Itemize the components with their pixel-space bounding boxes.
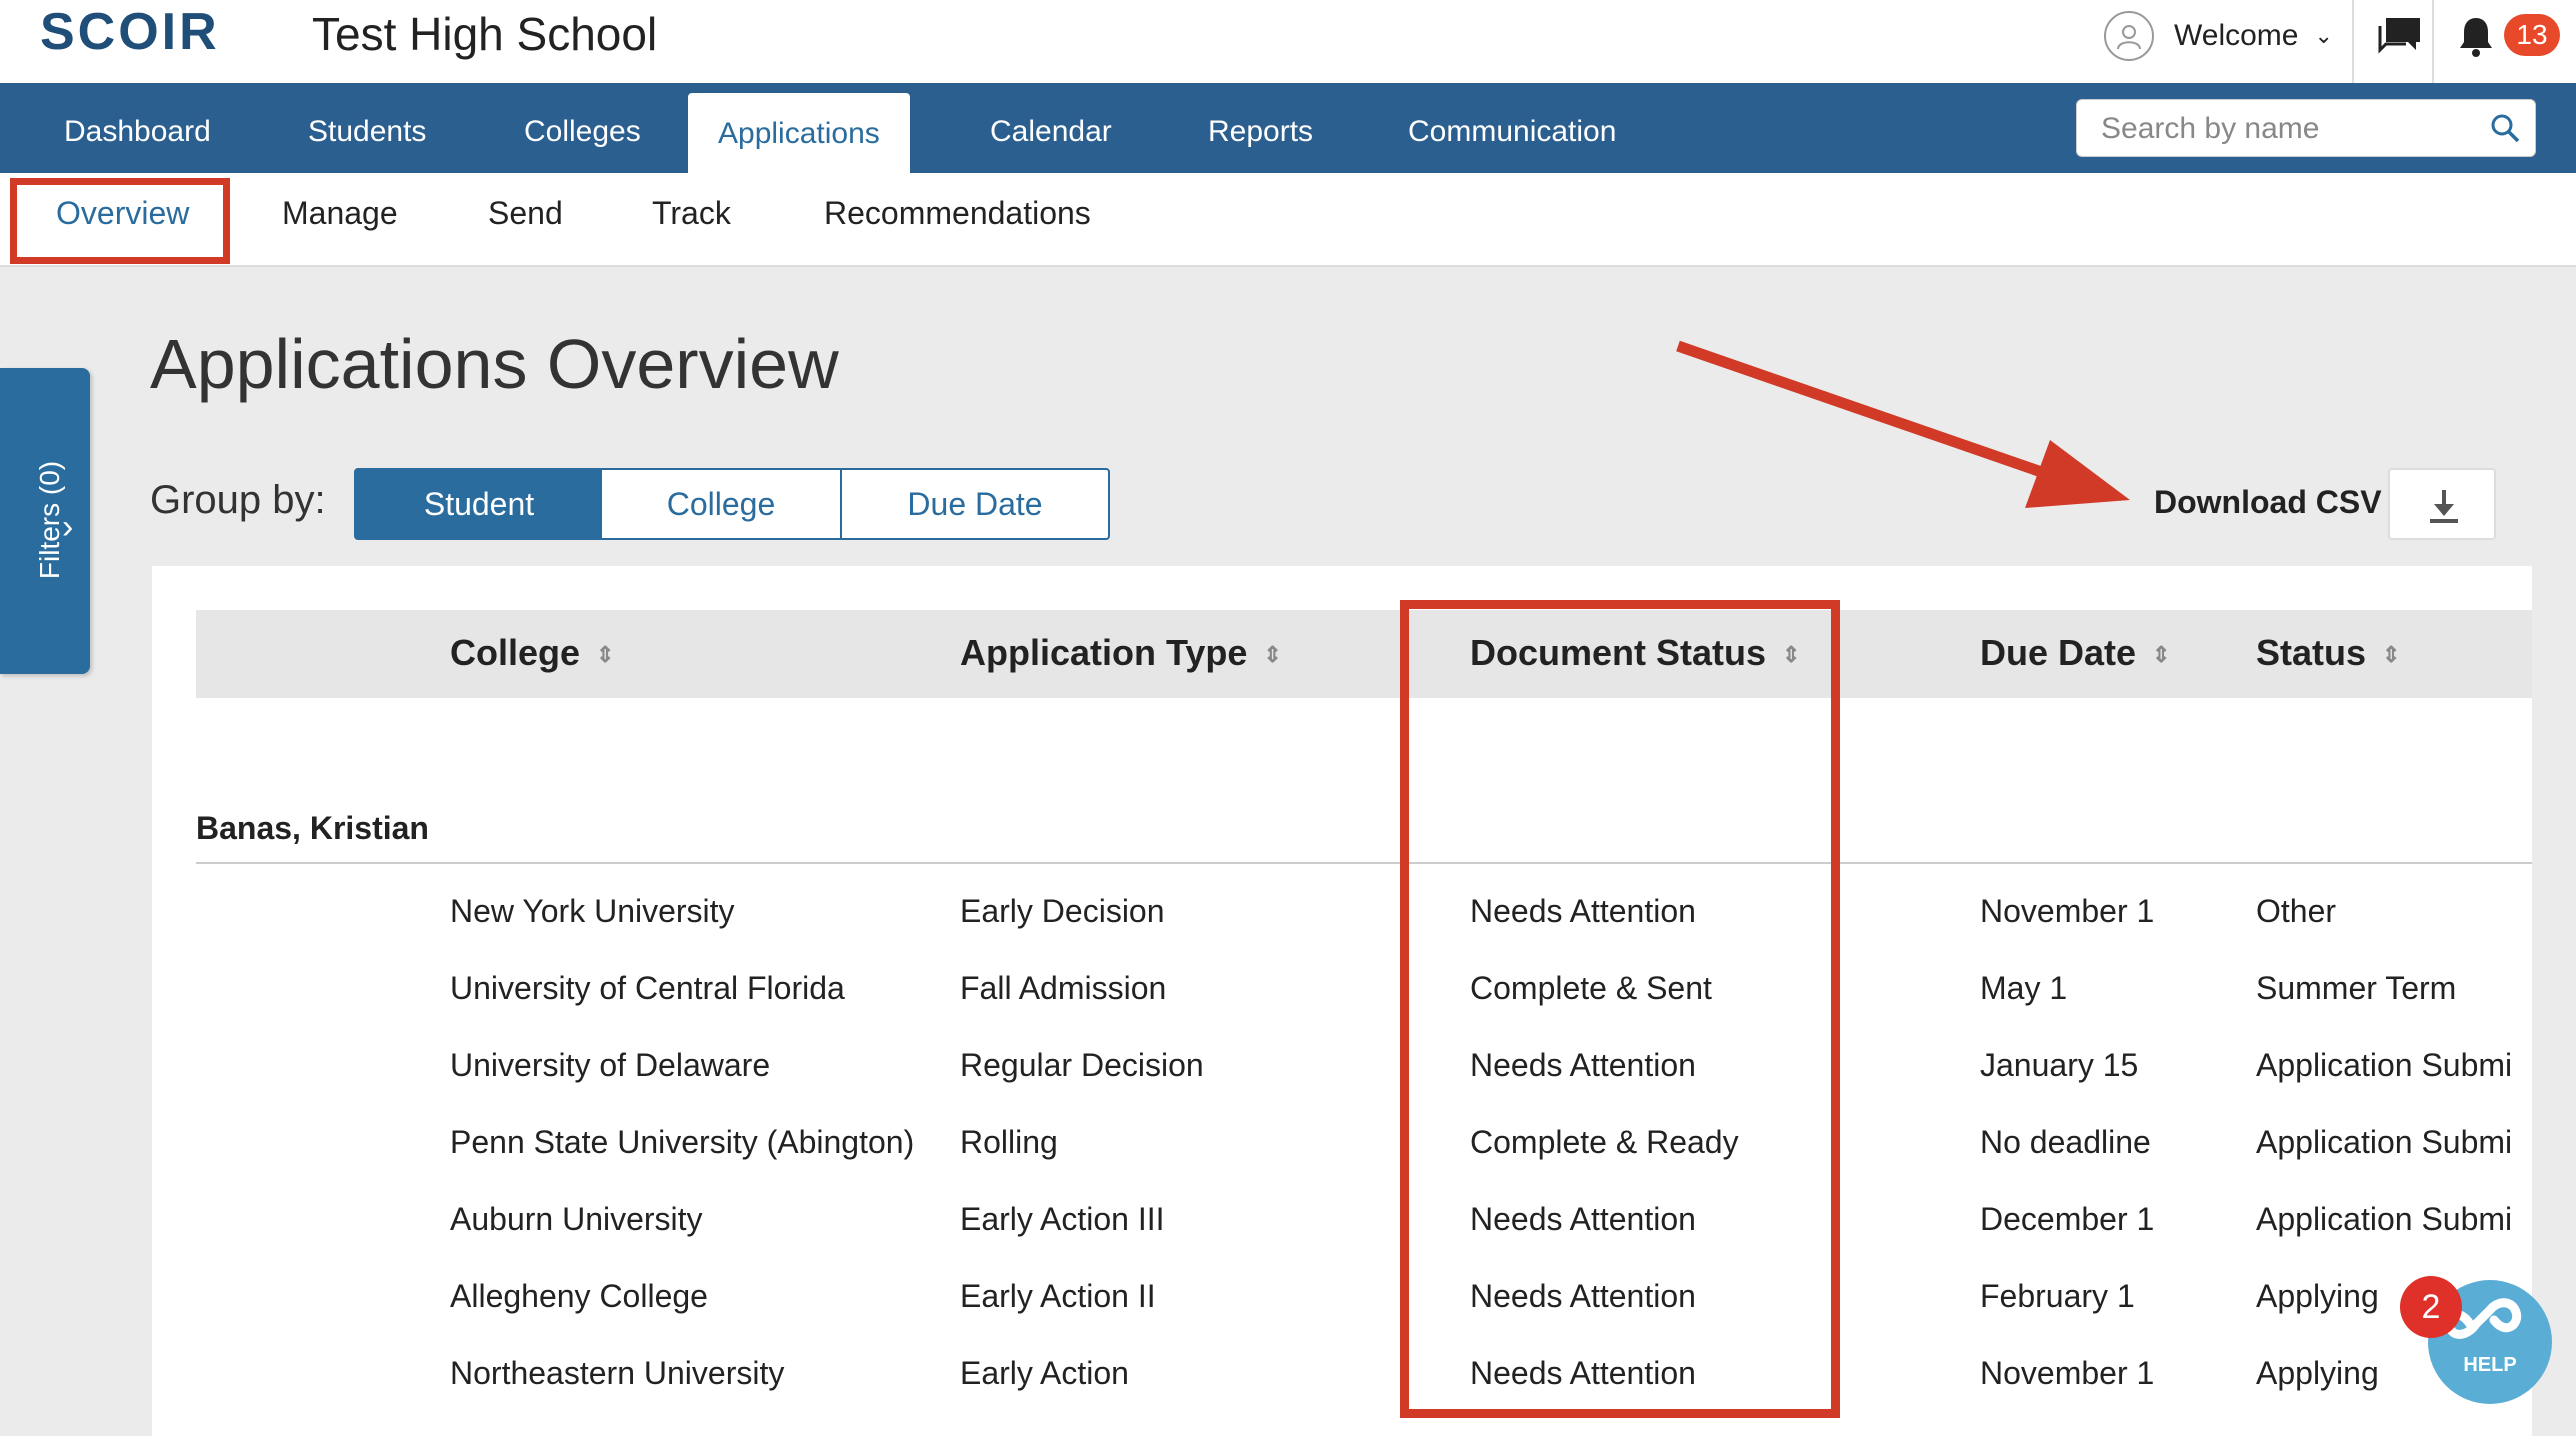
nav-applications[interactable]: Applications xyxy=(688,93,910,173)
download-csv-button[interactable] xyxy=(2388,468,2496,540)
cell-application-type: Early Action II xyxy=(960,1278,1156,1314)
cell-status: Applying xyxy=(2256,1355,2379,1391)
cell-college[interactable]: Penn State University (Abington) xyxy=(450,1124,914,1161)
document-status-highlight-box xyxy=(1400,600,1840,1418)
cell-application-type: Early Decision xyxy=(960,893,1165,929)
cell-due-date: November 1 xyxy=(1980,893,2155,929)
column-header-label: College xyxy=(450,632,581,673)
help-widget[interactable]: HELP 2 xyxy=(2400,1276,2576,1404)
notification-badge[interactable]: 13 xyxy=(2504,14,2560,56)
cell-college[interactable]: Northeastern University xyxy=(450,1355,784,1392)
sort-icon: ⇕ xyxy=(596,642,615,668)
cell-status: Other xyxy=(2256,893,2337,929)
nav-dashboard[interactable]: Dashboard xyxy=(34,83,241,173)
cell-application-type: Early Action III xyxy=(960,1201,1165,1237)
cell-due-date: January 15 xyxy=(1980,1047,2139,1083)
school-name: Test High School xyxy=(312,8,658,60)
avatar-icon xyxy=(2104,11,2154,61)
top-header: SCOIR Test High School Welcome ⌄ 13 xyxy=(0,0,2576,83)
welcome-label: Welcome xyxy=(2174,19,2299,52)
cell-due-date: November 1 xyxy=(1980,1355,2155,1391)
chevron-down-icon: ⌄ xyxy=(2314,23,2333,48)
cell-application-type: Regular Decision xyxy=(960,1047,1204,1083)
sort-icon: ⇕ xyxy=(2152,642,2171,668)
column-header-label: Application Type xyxy=(960,632,1248,673)
column-header-status[interactable]: Status ⇕ xyxy=(2256,632,2400,674)
cell-college[interactable]: Allegheny College xyxy=(450,1278,708,1315)
column-header-label: Due Date xyxy=(1980,632,2137,673)
cell-application-type: Early Action xyxy=(960,1355,1129,1391)
cell-due-date: May 1 xyxy=(1980,970,2068,1006)
cell-college[interactable]: Auburn University xyxy=(450,1201,703,1238)
search-input[interactable] xyxy=(2077,100,2503,158)
cell-due-date: No deadline xyxy=(1980,1124,2151,1160)
bell-icon[interactable] xyxy=(2456,14,2496,63)
annotation-arrow xyxy=(1676,340,2130,508)
column-header-application-type[interactable]: Application Type ⇕ xyxy=(960,632,1282,674)
subnav-manage[interactable]: Manage xyxy=(282,195,398,232)
overview-highlight-box xyxy=(10,178,230,264)
cell-status: Application Submi xyxy=(2256,1124,2513,1160)
group-by-student[interactable]: Student xyxy=(354,468,604,540)
chevron-right-icon: › xyxy=(62,508,74,546)
student-group-name[interactable]: Banas, Kristian xyxy=(196,810,429,847)
page-title: Applications Overview xyxy=(150,325,839,403)
cell-college[interactable]: University of Central Florida xyxy=(450,970,845,1007)
nav-colleges[interactable]: Colleges xyxy=(494,83,671,173)
cell-status: Application Submi xyxy=(2256,1201,2513,1237)
download-csv-label[interactable]: Download CSV xyxy=(2154,484,2382,521)
cell-due-date: February 1 xyxy=(1980,1278,2135,1314)
sort-icon: ⇕ xyxy=(1263,642,1282,668)
sort-icon: ⇕ xyxy=(2382,642,2401,668)
user-menu[interactable]: Welcome ⌄ xyxy=(2104,6,2333,66)
divider xyxy=(196,862,2532,864)
cell-college[interactable]: University of Delaware xyxy=(450,1047,770,1084)
subnav-track[interactable]: Track xyxy=(652,195,731,232)
cell-status: Summer Term xyxy=(2256,970,2457,1006)
chat-icon[interactable] xyxy=(2376,14,2424,63)
header-divider xyxy=(2432,0,2434,83)
column-header-college[interactable]: College ⇕ xyxy=(450,632,614,674)
cell-application-type: Rolling xyxy=(960,1124,1058,1160)
help-label: HELP xyxy=(2463,1354,2517,1376)
search-box xyxy=(2076,99,2536,158)
cell-application-type: Fall Admission xyxy=(960,970,1167,1006)
nav-communication[interactable]: Communication xyxy=(1378,83,1646,173)
subnav-recommendations[interactable]: Recommendations xyxy=(824,195,1091,232)
header-divider xyxy=(2352,0,2354,83)
filters-tab[interactable]: Filters (0) › xyxy=(0,368,90,674)
cell-college[interactable]: New York University xyxy=(450,893,735,930)
search-icon[interactable] xyxy=(2489,112,2521,149)
scoir-logo[interactable]: SCOIR xyxy=(40,6,220,58)
column-header-label: Status xyxy=(2256,632,2367,673)
subnav-send[interactable]: Send xyxy=(488,195,563,232)
group-by-label: Group by: xyxy=(150,478,326,522)
cell-status: Application Submi xyxy=(2256,1047,2513,1083)
group-by-due-date[interactable]: Due Date xyxy=(840,468,1110,540)
nav-students[interactable]: Students xyxy=(278,83,456,173)
cell-status: Applying xyxy=(2256,1278,2379,1314)
help-badge: 2 xyxy=(2400,1276,2462,1338)
cell-due-date: December 1 xyxy=(1980,1201,2155,1237)
nav-reports[interactable]: Reports xyxy=(1178,83,1343,173)
column-header-due-date[interactable]: Due Date ⇕ xyxy=(1980,632,2170,674)
nav-calendar[interactable]: Calendar xyxy=(960,83,1142,173)
group-by-college[interactable]: College xyxy=(602,468,842,540)
main-nav: Dashboard Students Colleges Applications… xyxy=(0,83,2576,173)
